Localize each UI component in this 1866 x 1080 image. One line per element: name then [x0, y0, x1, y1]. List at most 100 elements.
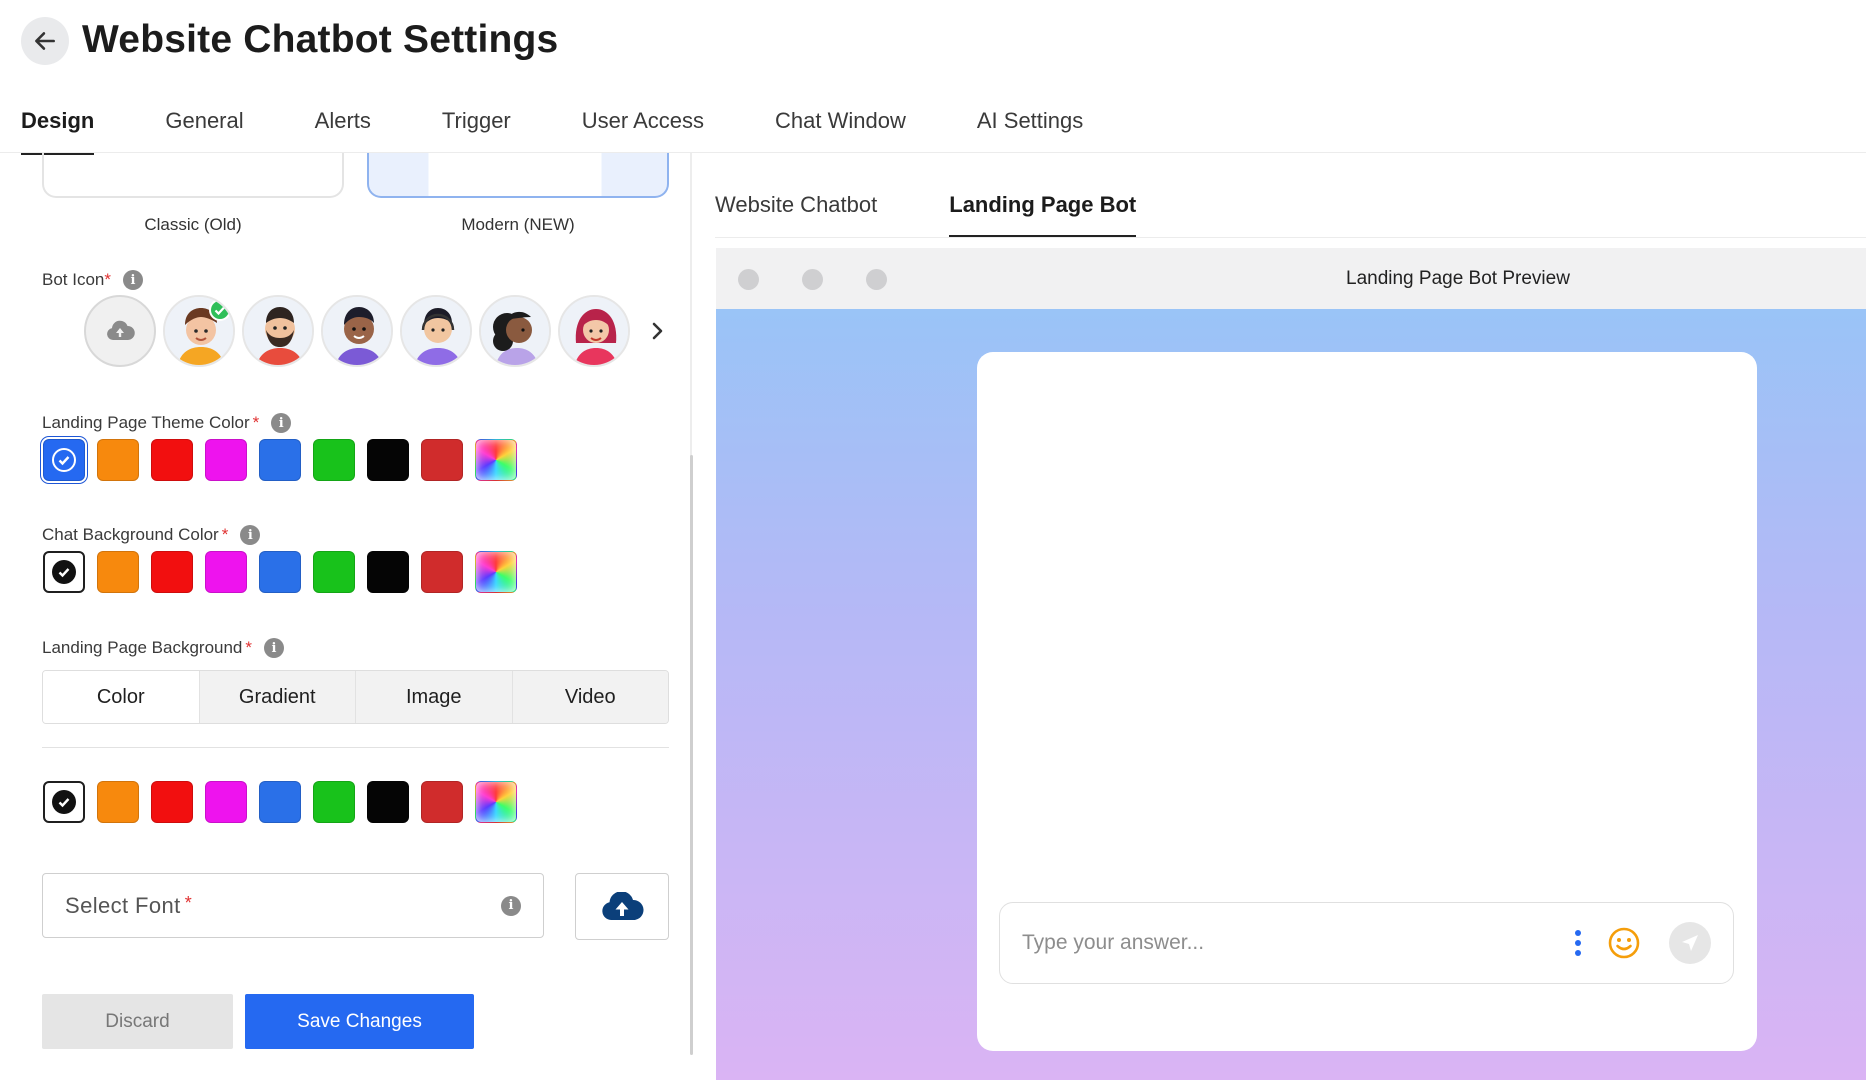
- color-swatch[interactable]: [313, 439, 355, 481]
- arrow-left-icon: [35, 32, 55, 50]
- chat-background-swatches: [43, 551, 529, 593]
- tab-landing-page-bot[interactable]: Landing Page Bot: [949, 188, 1137, 238]
- chat-background-label: Chat Background Color * i: [42, 525, 261, 545]
- cloud-upload-icon: [602, 891, 644, 920]
- save-changes-button[interactable]: Save Changes: [245, 994, 474, 1049]
- bot-icon-label: Bot Icon * i: [42, 270, 143, 290]
- background-type-color[interactable]: Color: [43, 671, 200, 723]
- avatar-bearded-man[interactable]: [242, 295, 314, 367]
- avatar-man-headset[interactable]: [400, 295, 472, 367]
- selected-check-icon: [209, 299, 231, 321]
- background-type-gradient[interactable]: Gradient: [199, 671, 356, 723]
- info-icon[interactable]: i: [264, 638, 285, 658]
- preview-tabs: Website Chatbot Landing Page Bot: [715, 188, 1208, 238]
- style-modern-label: Modern (NEW): [461, 215, 575, 234]
- preview-tabs-divider: [715, 237, 1866, 238]
- check-icon: [52, 790, 76, 814]
- color-swatch[interactable]: [43, 439, 85, 481]
- avatar-woman-curly-hair[interactable]: [479, 295, 551, 367]
- cloud-upload-icon: [107, 320, 135, 340]
- background-type-selector: Color Gradient Image Video: [42, 670, 669, 724]
- window-dot: [866, 269, 887, 290]
- tab-alerts[interactable]: Alerts: [315, 103, 371, 155]
- bot-icon-list: [84, 295, 675, 367]
- tab-chat-window[interactable]: Chat Window: [775, 103, 906, 155]
- color-swatch[interactable]: [367, 551, 409, 593]
- preview-window: Landing Page Bot Preview Type your answe…: [716, 248, 1866, 1080]
- tab-design[interactable]: Design: [21, 103, 95, 155]
- section-divider: [42, 747, 669, 748]
- more-options-icon[interactable]: [1569, 923, 1587, 963]
- answer-input[interactable]: Type your answer...: [999, 902, 1734, 984]
- info-icon[interactable]: i: [123, 270, 143, 290]
- send-icon: [1682, 935, 1698, 951]
- background-type-image[interactable]: Image: [356, 671, 513, 723]
- background-type-video[interactable]: Video: [512, 671, 668, 723]
- window-dot: [738, 269, 759, 290]
- info-icon[interactable]: i: [501, 895, 521, 916]
- color-swatch[interactable]: [205, 551, 247, 593]
- chat-card: Type your answer...: [977, 352, 1757, 1051]
- color-swatch[interactable]: [205, 439, 247, 481]
- upload-avatar-button[interactable]: [84, 295, 156, 367]
- color-swatch[interactable]: [259, 439, 301, 481]
- custom-color-picker[interactable]: [475, 439, 517, 481]
- color-swatch[interactable]: [97, 781, 139, 823]
- tab-user-access[interactable]: User Access: [582, 103, 704, 155]
- color-swatch[interactable]: [97, 551, 139, 593]
- font-select[interactable]: Select Font * i: [42, 873, 544, 938]
- info-icon[interactable]: i: [271, 413, 292, 433]
- color-swatch[interactable]: [367, 439, 409, 481]
- color-swatch[interactable]: [313, 551, 355, 593]
- avatars-next-button[interactable]: [639, 313, 675, 349]
- style-modern-thumbnail[interactable]: [367, 153, 669, 198]
- custom-color-picker[interactable]: [475, 551, 517, 593]
- landing-background-label: Landing Page Background * i: [42, 638, 285, 658]
- landing-background-swatches: [43, 781, 529, 823]
- upload-font-button[interactable]: [575, 873, 669, 940]
- style-classic-thumbnail[interactable]: [42, 153, 344, 198]
- color-swatch[interactable]: [367, 781, 409, 823]
- window-title-bar: Landing Page Bot Preview: [716, 248, 1866, 309]
- avatar-illustration: [323, 297, 391, 365]
- color-swatch[interactable]: [43, 551, 85, 593]
- main-tabs: Design General Alerts Trigger User Acces…: [21, 103, 1154, 155]
- style-classic-label: Classic (Old): [144, 215, 242, 234]
- send-button[interactable]: [1669, 922, 1711, 964]
- back-button[interactable]: [21, 17, 69, 65]
- color-swatch[interactable]: [421, 439, 463, 481]
- page-title: Website Chatbot Settings: [82, 18, 559, 61]
- color-swatch[interactable]: [151, 439, 193, 481]
- tab-trigger[interactable]: Trigger: [442, 103, 511, 155]
- color-swatch[interactable]: [205, 781, 247, 823]
- avatar-man-purple-shirt[interactable]: [321, 295, 393, 367]
- color-swatch[interactable]: [421, 781, 463, 823]
- check-icon: [52, 448, 76, 472]
- avatar-illustration: [244, 297, 312, 365]
- info-icon[interactable]: i: [240, 525, 261, 545]
- color-swatch[interactable]: [259, 781, 301, 823]
- avatar-boy-orange-hoodie[interactable]: [163, 295, 235, 367]
- tab-website-chatbot[interactable]: Website Chatbot: [715, 188, 877, 238]
- preview-window-title: Landing Page Bot Preview: [1346, 268, 1570, 289]
- tab-general[interactable]: General: [165, 103, 243, 155]
- tab-ai-settings[interactable]: AI Settings: [977, 103, 1083, 155]
- design-panel: Classic (Old) Modern (NEW): [0, 153, 690, 1080]
- chevron-right-icon: [652, 322, 663, 340]
- theme-color-swatches: [43, 439, 529, 481]
- scrollbar[interactable]: [690, 455, 693, 1055]
- discard-button[interactable]: Discard: [42, 994, 233, 1049]
- color-swatch[interactable]: [151, 551, 193, 593]
- color-swatch[interactable]: [313, 781, 355, 823]
- color-swatch[interactable]: [151, 781, 193, 823]
- color-swatch[interactable]: [421, 551, 463, 593]
- color-swatch[interactable]: [43, 781, 85, 823]
- avatar-illustration: [481, 297, 549, 365]
- check-icon: [52, 560, 76, 584]
- emoji-icon[interactable]: [1607, 926, 1641, 960]
- avatar-illustration: [402, 297, 470, 365]
- color-swatch[interactable]: [259, 551, 301, 593]
- avatar-woman-red-hair[interactable]: [558, 295, 630, 367]
- custom-color-picker[interactable]: [475, 781, 517, 823]
- color-swatch[interactable]: [97, 439, 139, 481]
